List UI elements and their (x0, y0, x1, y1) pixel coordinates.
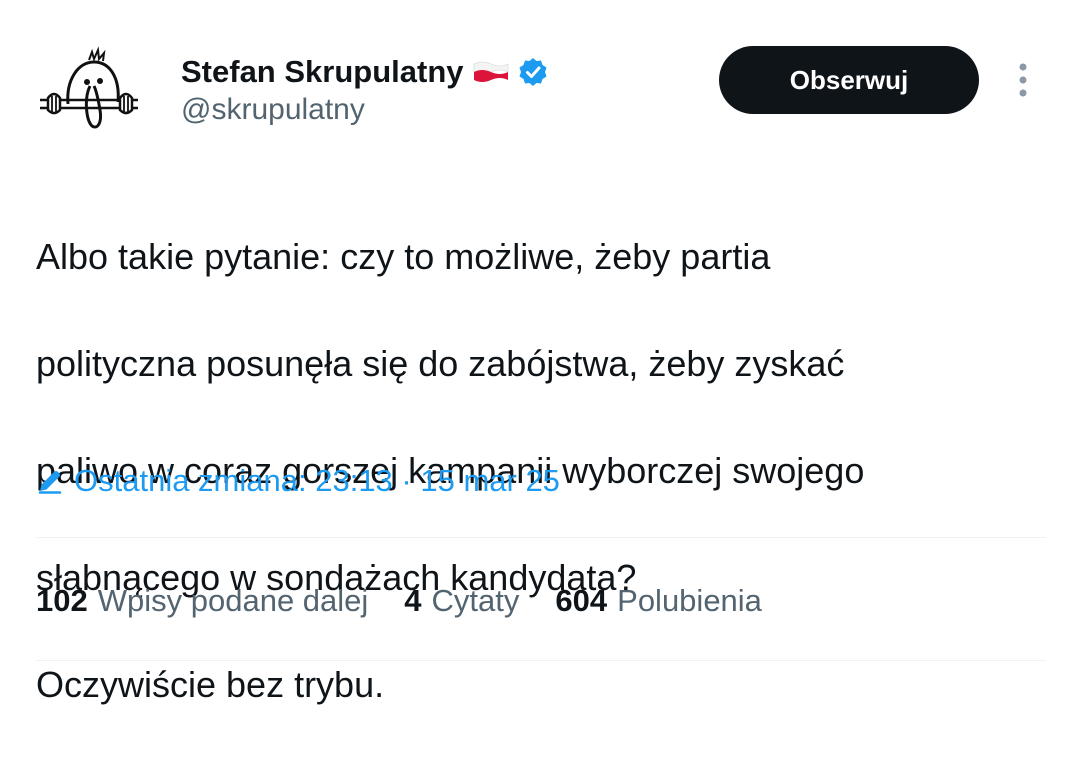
likes-label: Polubienia (617, 583, 762, 618)
avatar[interactable] (34, 40, 148, 140)
edited-label: Ostatnia zmiana: 23:13 · 15 mar 25 (74, 463, 560, 498)
engagement-stats: 102 Wpisy podane dalej 4 Cytaty 604 Polu… (36, 578, 798, 624)
tweet-text-line: Oczywiście bez trybu. (36, 663, 385, 705)
tweet-text-line: polityczna posunęła się do zabójstwa, że… (36, 342, 845, 384)
avatar-drawing-icon (40, 46, 138, 129)
author-name-row: Stefan Skrupulatny (181, 50, 548, 94)
author-display-name[interactable]: Stefan Skrupulatny (181, 54, 464, 90)
reposts-stat[interactable]: 102 Wpisy podane dalej (36, 583, 368, 619)
edit-history-link[interactable]: Ostatnia zmiana: 23:13 · 15 mar 25 (36, 459, 560, 503)
more-options-icon[interactable] (1008, 60, 1038, 100)
verified-badge-icon[interactable] (518, 57, 548, 87)
reposts-count: 102 (36, 583, 88, 618)
divider (36, 660, 1046, 661)
quotes-stat[interactable]: 4 Cytaty (404, 583, 519, 619)
likes-stat[interactable]: 604 Polubienia (555, 583, 762, 619)
divider (36, 537, 1046, 538)
follow-button[interactable]: Obserwuj (719, 46, 979, 114)
tweet-text-line: Albo takie pytanie: czy to możliwe, żeby… (36, 235, 771, 277)
author-handle[interactable]: @skrupulatny (181, 93, 365, 127)
likes-count: 604 (555, 583, 608, 618)
reposts-label: Wpisy podane dalej (97, 583, 369, 618)
quotes-count: 4 (404, 583, 422, 618)
poland-flag-icon (472, 60, 510, 84)
quotes-label: Cytaty (431, 583, 520, 618)
pencil-icon (36, 467, 64, 495)
